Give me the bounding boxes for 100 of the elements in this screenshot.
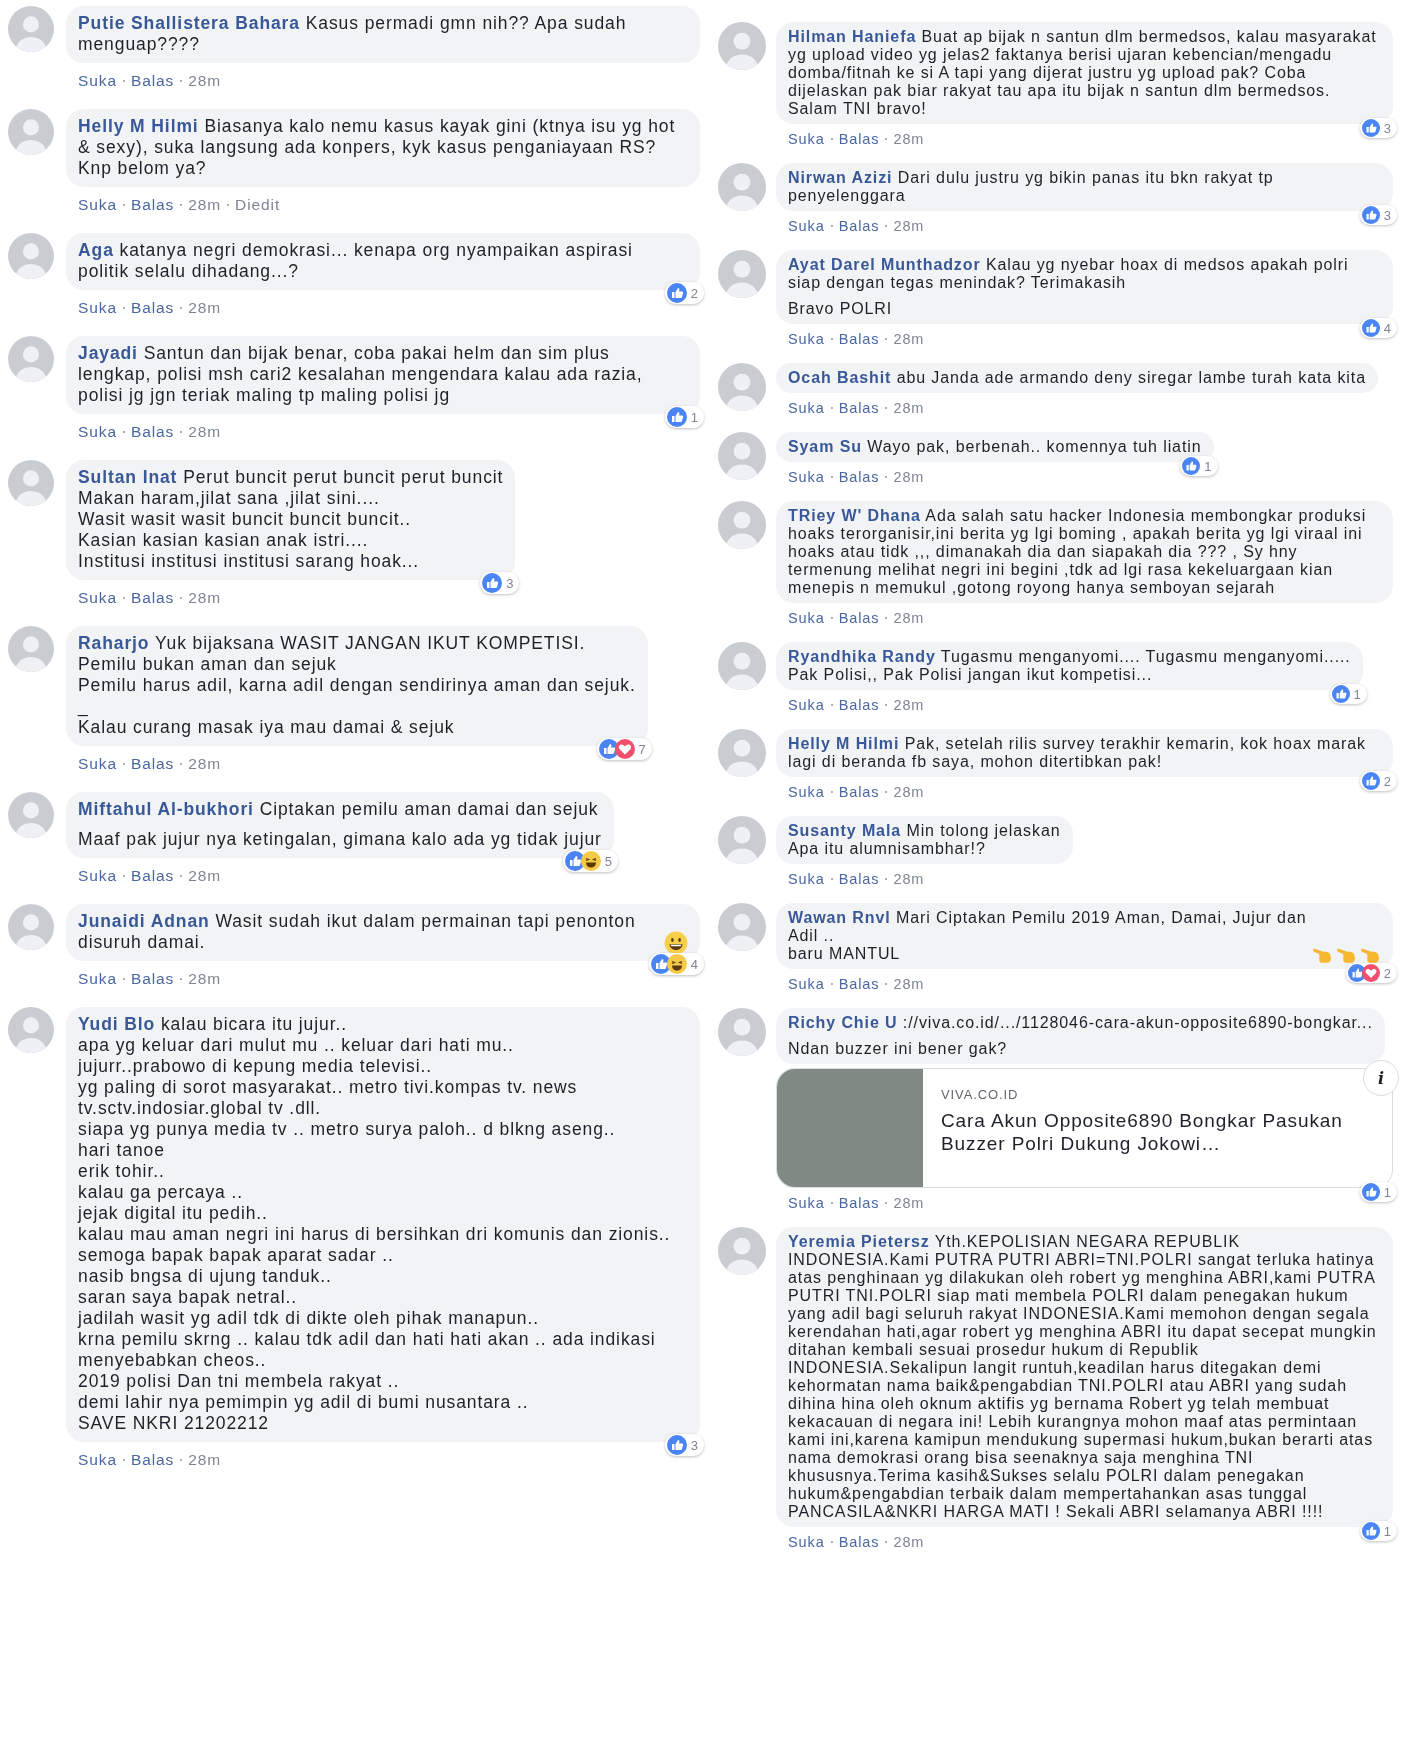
like-link[interactable]: Suka [788,398,825,418]
author-link[interactable]: Ocah Bashit [788,369,892,386]
reaction-badge[interactable]: 1 [664,406,704,428]
avatar[interactable] [8,460,54,506]
reply-link[interactable]: Balas [838,608,880,628]
like-link[interactable]: Suka [788,1532,825,1552]
author-link[interactable]: Ryandhika Randy [788,648,936,665]
reaction-badge[interactable]: 3 [1359,118,1397,138]
reaction-badge[interactable]: 1 [1180,456,1218,476]
author-link[interactable]: Susanty Mala [788,822,902,839]
author-link[interactable]: Helly M Hilmi [788,735,900,752]
author-link[interactable]: Hilman Haniefa [788,28,917,45]
author-link[interactable]: Aga [78,240,114,260]
reply-link[interactable]: Balas [838,467,880,487]
like-link[interactable]: Suka [78,194,117,216]
like-link[interactable]: Suka [788,129,825,149]
author-link[interactable]: Helly M Hilmi [78,116,199,136]
reply-link[interactable]: Balas [838,782,880,802]
reaction-badge[interactable]: 1 [1329,684,1367,704]
author-link[interactable]: Yudi Blo [78,1014,156,1034]
reply-link[interactable]: Balas [838,129,880,149]
reaction-badge[interactable]: 2 [1345,963,1397,983]
reaction-badge[interactable]: 1 [1359,1182,1397,1202]
avatar[interactable] [8,336,54,382]
avatar[interactable] [718,642,766,690]
avatar[interactable] [718,729,766,777]
author-link[interactable]: Sultan Inat [78,467,178,487]
avatar[interactable] [8,6,54,52]
reaction-badge[interactable]: 5 [562,850,618,872]
avatar[interactable] [718,1008,766,1056]
reply-link[interactable]: Balas [130,865,175,887]
avatar[interactable] [718,816,766,864]
reply-link[interactable]: Balas [838,398,880,418]
avatar[interactable] [718,432,766,480]
avatar[interactable] [8,109,54,155]
reply-link[interactable]: Balas [130,421,175,443]
reply-link[interactable]: Balas [130,968,175,990]
avatar[interactable] [8,1007,54,1053]
author-link[interactable]: Yeremia Pietersz [788,1233,930,1250]
like-link[interactable]: Suka [78,968,117,990]
author-link[interactable]: Raharjo [78,633,150,653]
author-link[interactable]: Richy Chie U [788,1014,898,1031]
reply-link[interactable]: Balas [838,1532,880,1552]
like-link[interactable]: Suka [788,608,825,628]
author-link[interactable]: Ayat Darel Munthadzor [788,256,981,273]
reaction-badge[interactable]: 3 [664,1434,704,1456]
like-link[interactable]: Suka [78,70,117,92]
like-link[interactable]: Suka [788,695,825,715]
reply-link[interactable]: Balas [838,869,880,889]
author-link[interactable]: Wawan Rnvl [788,909,891,926]
avatar[interactable] [8,233,54,279]
like-link[interactable]: Suka [788,869,825,889]
author-link[interactable]: TRiey W' Dhana [788,507,921,524]
avatar[interactable] [718,22,766,70]
author-link[interactable]: Jayadi [78,343,138,363]
like-link[interactable]: Suka [78,865,117,887]
avatar[interactable] [718,250,766,298]
reply-link[interactable]: Balas [130,194,175,216]
author-link[interactable]: Syam Su [788,438,862,455]
avatar[interactable] [718,1227,766,1275]
like-link[interactable]: Suka [78,1449,117,1471]
reply-link[interactable]: Balas [838,216,880,236]
like-link[interactable]: Suka [788,974,825,994]
reaction-badge[interactable]: 1 [1359,1521,1397,1541]
author-link[interactable]: Putie Shallistera Bahara [78,13,300,33]
avatar[interactable] [718,363,766,411]
like-link[interactable]: Suka [78,297,117,319]
reply-link[interactable]: Balas [130,1449,175,1471]
reply-link[interactable]: Balas [838,974,880,994]
reply-link[interactable]: Balas [130,70,175,92]
reaction-badge[interactable]: 4 [1359,318,1397,338]
like-link[interactable]: Suka [788,782,825,802]
avatar[interactable] [8,904,54,950]
reply-link[interactable]: Balas [838,695,880,715]
like-link[interactable]: Suka [78,587,117,609]
reply-link[interactable]: Balas [130,587,175,609]
reply-link[interactable]: Balas [130,753,175,775]
avatar[interactable] [718,903,766,951]
info-button[interactable]: i [1363,1060,1399,1096]
reaction-badge[interactable]: 2 [1359,771,1397,791]
author-link[interactable]: Junaidi Adnan [78,911,210,931]
reply-link[interactable]: Balas [130,297,175,319]
avatar[interactable] [8,626,54,672]
avatar[interactable] [8,792,54,838]
reply-link[interactable]: Balas [838,1193,880,1213]
reaction-badge[interactable]: 4 [648,953,704,975]
like-link[interactable]: Suka [788,1193,825,1213]
avatar[interactable] [718,163,766,211]
reply-link[interactable]: Balas [838,329,880,349]
reaction-badge[interactable]: 7 [596,738,652,760]
reaction-badge[interactable]: 3 [1359,205,1397,225]
like-link[interactable]: Suka [78,753,117,775]
like-link[interactable]: Suka [78,421,117,443]
reaction-badge[interactable]: 2 [664,282,704,304]
avatar[interactable] [718,501,766,549]
reaction-badge[interactable]: 3 [480,572,520,594]
like-link[interactable]: Suka [788,216,825,236]
author-link[interactable]: Miftahul Al-bukhori [78,799,254,819]
author-link[interactable]: Nirwan Azizi [788,169,893,186]
like-link[interactable]: Suka [788,467,825,487]
